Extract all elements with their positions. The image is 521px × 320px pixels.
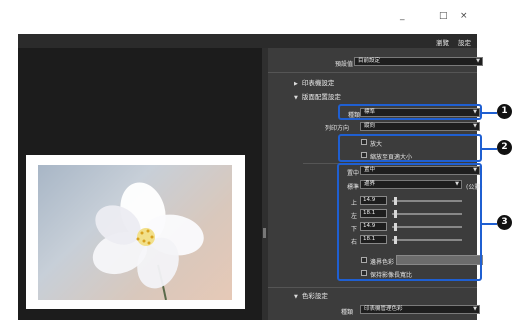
color-mgmt-label: 種類 [341,309,354,316]
paper-sheet [26,155,245,309]
title-bar: _ □ × [18,0,477,34]
flower-illustration [92,182,204,300]
collapse-icon: ▼ [294,294,298,300]
close-button[interactable]: × [460,11,468,21]
callout-connector-3 [481,223,497,225]
color-mgmt-value: 印表機管理色彩 [364,306,403,312]
chevron-down-icon: ▼ [476,58,480,64]
collapse-icon: ▼ [294,95,298,101]
preset-select[interactable]: 目前設定 ▼ [354,57,483,66]
color-settings-section[interactable]: ▼ 色彩設定 [294,290,328,300]
print-preview [18,48,262,320]
layout-settings-section[interactable]: ▼ 版面配置設定 [294,91,341,101]
print-settings-section[interactable]: ▶ 印表機設定 [294,77,334,87]
photo-image [38,165,232,300]
color-mgmt-select[interactable]: 印表機管理色彩 ▼ [360,305,480,314]
back-button[interactable]: 瀏覽 [436,37,449,47]
orientation-label: 列印方向 [325,125,350,132]
callout-badge-1: 1 [497,104,512,119]
minimize-button[interactable]: _ [400,11,405,21]
chevron-down-icon: ▼ [473,123,477,129]
section-divider [268,72,477,73]
orientation-select[interactable]: 縱向 ▼ [360,122,480,131]
preset-label: 預設值 [335,61,354,68]
expand-icon: ▶ [294,81,298,87]
callout-connector-2 [481,148,497,150]
settings-button[interactable]: 設定 [458,37,471,47]
maximize-button[interactable]: □ [439,11,448,21]
menu-bar: 瀏覽 設定 [18,34,477,48]
callout-connector-1 [481,112,497,114]
layout-settings-label: 版面配置設定 [301,93,341,101]
callout-box-1 [338,104,482,120]
preset-value: 目前設定 [358,58,381,64]
print-settings-label: 印表機設定 [301,79,335,87]
splitter-grip-icon[interactable] [263,228,266,238]
callout-badge-3: 3 [497,215,512,230]
chevron-down-icon: ▼ [473,306,477,312]
callout-box-2 [338,134,482,162]
color-settings-label: 色彩設定 [301,292,328,300]
callout-box-3 [337,163,482,281]
callout-badge-2: 2 [497,140,512,155]
section-divider [268,287,477,288]
orientation-value: 縱向 [364,123,376,129]
